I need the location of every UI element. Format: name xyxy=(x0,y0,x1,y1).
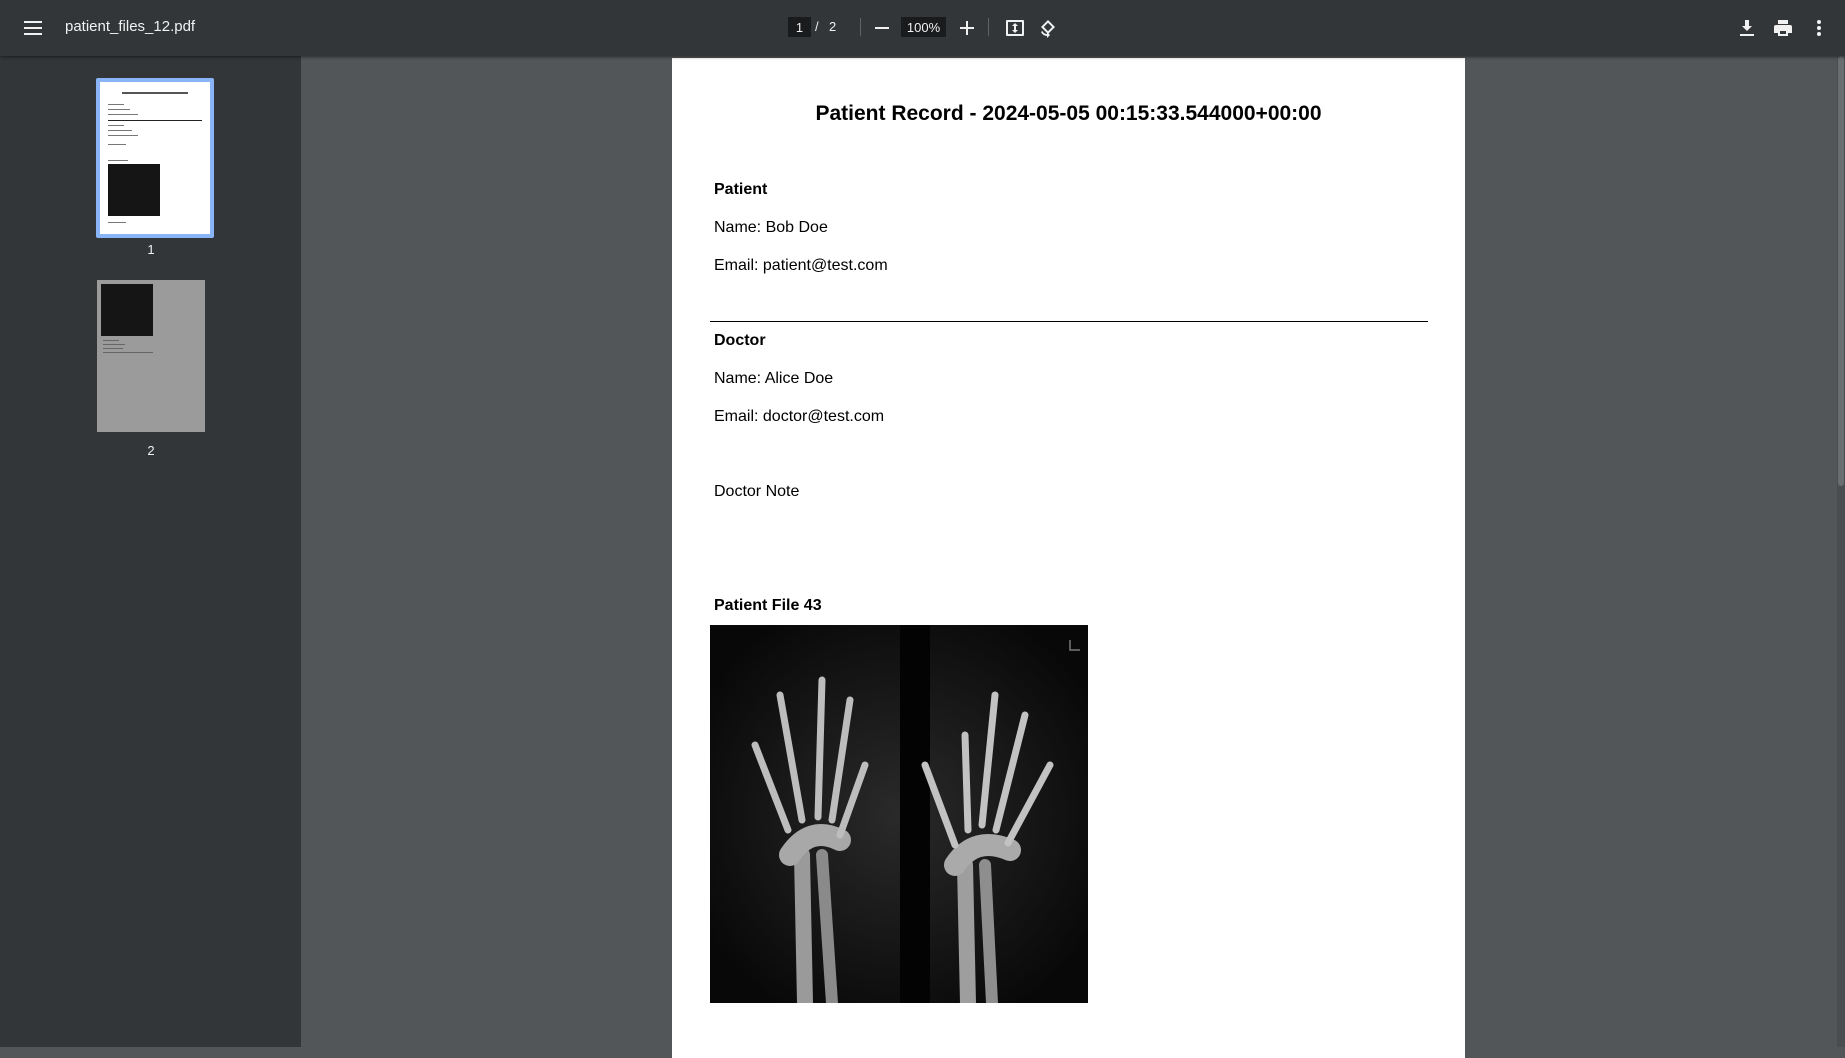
rotate-button[interactable] xyxy=(1032,12,1064,44)
vertical-scrollbar[interactable] xyxy=(1837,56,1845,1047)
section-divider xyxy=(710,321,1428,322)
total-pages: 2 xyxy=(829,19,837,34)
thumb-text-line xyxy=(103,348,123,349)
scrollbar-thumb[interactable] xyxy=(1838,56,1844,486)
zoom-out-icon xyxy=(875,27,889,29)
patient-name: Name: Bob Doe xyxy=(714,219,828,236)
fit-page-button[interactable] xyxy=(999,12,1031,44)
thumb-text-line xyxy=(108,135,138,136)
thumb-text-line xyxy=(108,222,126,223)
toolbar-divider xyxy=(860,18,861,36)
thumbnail-page-2[interactable] xyxy=(97,280,205,432)
doctor-heading: Doctor xyxy=(714,332,766,349)
pdf-toolbar: patient_files_12.pdf 1 / 2 100% xyxy=(0,0,1845,56)
thumbnail-page-number: 2 xyxy=(147,443,155,458)
thumbnail-page-number: 1 xyxy=(147,242,155,257)
doctor-email: Email: doctor@test.com xyxy=(714,408,885,425)
pdf-page-1: Patient Record - 2024-05-05 00:15:33.544… xyxy=(672,58,1465,1058)
thumb-text-line xyxy=(108,160,128,161)
xray-image xyxy=(710,625,1088,1011)
doctor-note: Doctor Note xyxy=(714,483,800,500)
menu-button[interactable] xyxy=(17,12,49,44)
print-icon xyxy=(1774,20,1792,36)
more-options-button[interactable] xyxy=(1803,12,1835,44)
file-title: patient_files_12.pdf xyxy=(65,18,196,35)
thumb-xray-image xyxy=(108,164,160,216)
thumb-text-line xyxy=(108,144,126,145)
rotate-icon xyxy=(1041,20,1055,38)
xray-hands-picture xyxy=(710,625,1088,1011)
thumb-text-line xyxy=(103,344,125,345)
menu-icon xyxy=(24,21,42,35)
thumbnail-page-1[interactable] xyxy=(96,78,214,238)
zoom-in-icon xyxy=(960,21,974,35)
download-icon xyxy=(1740,20,1754,36)
zoom-out-button[interactable] xyxy=(866,12,898,44)
thumb-xray-image xyxy=(101,284,153,336)
thumb-text-line xyxy=(108,109,130,110)
patient-heading: Patient xyxy=(714,181,768,198)
thumb-text-line xyxy=(103,340,119,341)
document-title: Patient Record - 2024-05-05 00:15:33.544… xyxy=(815,102,1322,125)
fit-page-icon xyxy=(1006,20,1024,36)
toolbar-divider xyxy=(988,18,989,36)
more-vert-icon xyxy=(1817,20,1821,36)
doctor-name: Name: Alice Doe xyxy=(714,370,834,387)
zoom-in-button[interactable] xyxy=(951,12,983,44)
thumb-text-line xyxy=(108,114,138,115)
download-button[interactable] xyxy=(1731,12,1763,44)
thumb-text-line xyxy=(108,130,132,131)
thumb-text-line xyxy=(103,352,153,353)
thumb-title-line xyxy=(122,92,188,94)
page-number-input[interactable]: 1 xyxy=(788,17,811,37)
thumb-text-line xyxy=(108,125,124,126)
patient-email: Email: patient@test.com xyxy=(714,257,888,274)
thumbnail-sidebar: 1 2 xyxy=(0,56,301,1047)
page-separator: / xyxy=(815,19,819,34)
thumb-text-line xyxy=(108,104,124,105)
zoom-input[interactable]: 100% xyxy=(901,17,946,37)
print-button[interactable] xyxy=(1767,12,1799,44)
patient-file-heading: Patient File 43 xyxy=(714,597,822,614)
thumb-rule xyxy=(108,120,202,121)
